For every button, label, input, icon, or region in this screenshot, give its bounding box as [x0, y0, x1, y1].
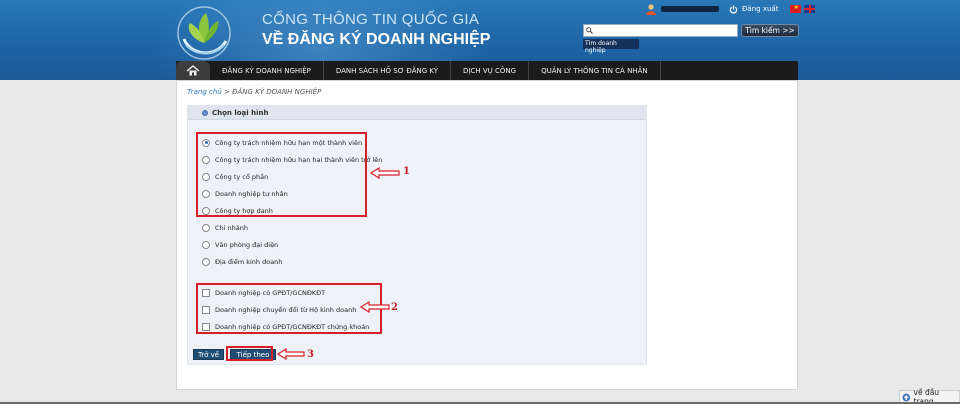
logo-icon: [177, 6, 231, 60]
power-icon[interactable]: [729, 4, 738, 14]
radio-button[interactable]: [202, 240, 210, 249]
main-content: Trang chủ > ĐĂNG KÝ DOANH NGHIỆP Chọn lo…: [176, 80, 798, 390]
radio-button[interactable]: [202, 223, 210, 232]
user-bar: Đăng xuất: [645, 2, 818, 16]
breadcrumb-current: ĐĂNG KÝ DOANH NGHIỆP: [232, 88, 322, 96]
search-input[interactable]: [583, 24, 738, 37]
radio-option[interactable]: Chi nhánh: [202, 222, 248, 233]
annotation-label-3: 3: [307, 349, 314, 360]
annotation-label-2: 2: [391, 302, 398, 313]
nav-danh-sach-ho-so[interactable]: DANH SÁCH HỒ SƠ ĐĂNG KÝ: [324, 61, 452, 80]
radio-label: Địa điểm kinh doanh: [215, 257, 283, 266]
search-button[interactable]: Tìm kiếm >>: [741, 24, 799, 37]
annotation-box-1: [196, 132, 367, 217]
arrow-left-icon: [360, 301, 390, 313]
panel-title: Chọn loại hình: [212, 108, 269, 117]
flag-vn-icon[interactable]: [790, 4, 802, 13]
nav-quan-ly-thong-tin[interactable]: QUẢN LÝ THÔNG TIN CÁ NHÂN: [529, 61, 661, 80]
breadcrumb-separator: >: [221, 88, 233, 96]
user-icon: [646, 4, 656, 15]
breadcrumb: Trang chủ > ĐĂNG KÝ DOANH NGHIỆP: [187, 88, 321, 96]
nav-dich-vu-cong[interactable]: DỊCH VỤ CÔNG: [451, 61, 530, 80]
site-title-line1: CỔNG THÔNG TIN QUỐC GIA: [262, 11, 480, 28]
search-type-label[interactable]: Tìm doanh nghiệp: [583, 39, 639, 54]
back-button[interactable]: Trở về: [193, 349, 224, 360]
search-icon: [586, 27, 593, 34]
nav-home[interactable]: [176, 61, 210, 80]
arrow-left-icon: [370, 167, 400, 179]
logout-link[interactable]: Đăng xuất: [742, 5, 778, 13]
radio-label: Văn phòng đại diện: [215, 240, 279, 249]
radio-label: Chi nhánh: [215, 223, 248, 232]
radio-option[interactable]: Văn phòng đại diện: [202, 239, 278, 250]
annotation-box-2: [196, 283, 382, 334]
arrow-left-icon: [277, 348, 305, 360]
up-arrow-icon: [902, 393, 911, 401]
annotation-label-1: 1: [403, 166, 410, 177]
panel-header: Chọn loại hình: [188, 106, 646, 120]
bullet-icon: [202, 109, 208, 116]
search-bar: Tìm kiếm >>: [583, 24, 799, 38]
flag-en-icon[interactable]: [804, 5, 816, 13]
home-icon: [186, 65, 200, 76]
annotation-box-3: [226, 346, 273, 361]
main-nav: ĐĂNG KÝ DOANH NGHIỆP DANH SÁCH HỒ SƠ ĐĂN…: [176, 61, 798, 80]
breadcrumb-home[interactable]: Trang chủ: [187, 88, 222, 96]
nav-dang-ky-doanh-nghiep[interactable]: ĐĂNG KÝ DOANH NGHIỆP: [210, 61, 324, 80]
site-title-line2: VỀ ĐĂNG KÝ DOANH NGHIỆP: [262, 31, 491, 48]
site-header: CỔNG THÔNG TIN QUỐC GIA VỀ ĐĂNG KÝ DOANH…: [0, 0, 960, 80]
username-redacted: [661, 6, 719, 12]
radio-button[interactable]: [202, 257, 210, 266]
radio-option[interactable]: Địa điểm kinh doanh: [202, 256, 282, 267]
